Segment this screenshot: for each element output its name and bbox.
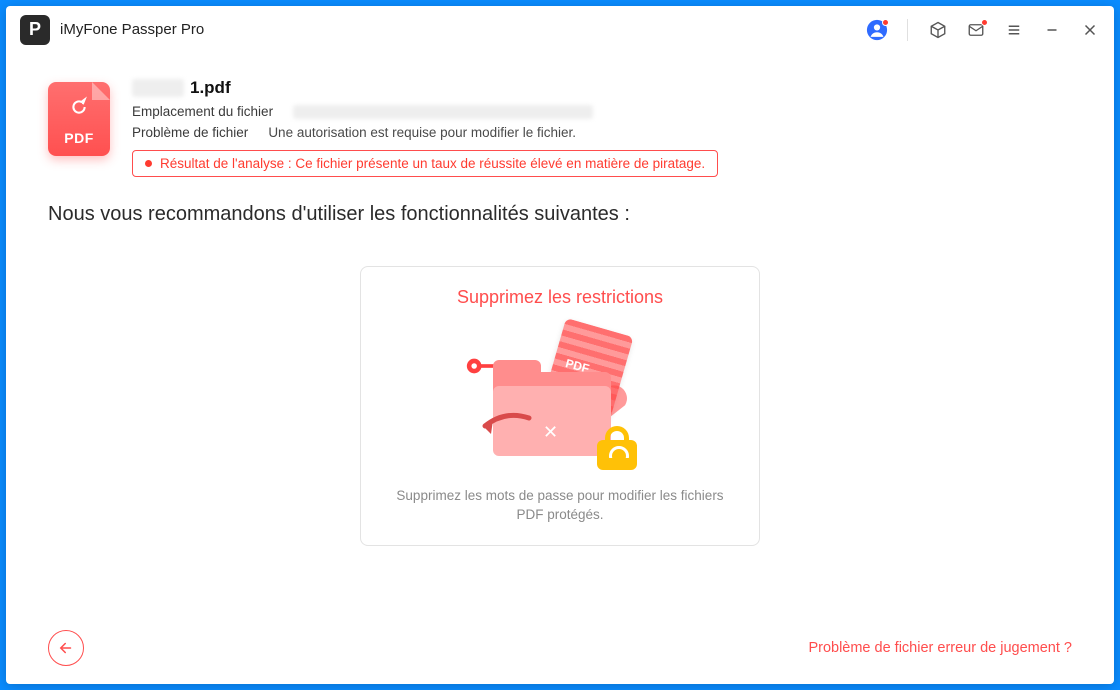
cube-button[interactable] xyxy=(924,16,952,44)
titlebar: P iMyFone Passper Pro xyxy=(6,6,1114,54)
illus-lock-icon xyxy=(597,426,637,470)
feature-card-title: Supprimez les restrictions xyxy=(457,287,663,308)
file-name-row: 1.pdf xyxy=(132,78,1072,98)
app-window: P iMyFone Passper Pro xyxy=(6,6,1114,684)
pdf-file-icon: PDF xyxy=(48,82,110,156)
file-problem-label: Problème de fichier xyxy=(132,125,248,140)
file-location-label: Emplacement du fichier xyxy=(132,104,273,119)
illus-arrow-icon xyxy=(471,412,535,445)
file-meta: 1.pdf Emplacement du fichier Problème de… xyxy=(132,78,1072,177)
analysis-result-box: Résultat de l'analyse : Ce fichier prése… xyxy=(132,150,718,177)
user-notification-dot xyxy=(882,19,889,26)
misjudgment-link[interactable]: Problème de fichier erreur de jugement ? xyxy=(808,640,1072,656)
app-logo-icon: P xyxy=(20,15,50,45)
file-location-redacted xyxy=(293,105,593,119)
illus-x-icon: ✕ xyxy=(543,422,558,443)
content-area: PDF 1.pdf Emplacement du fichier Problèm… xyxy=(6,54,1114,612)
mail-notification-dot xyxy=(981,19,988,26)
file-name-redacted xyxy=(132,79,184,97)
feature-card-remove-restrictions[interactable]: Supprimez les restrictions PDF ✕ xyxy=(360,266,760,546)
feature-card-description: Supprimez les mots de passe pour modifie… xyxy=(387,486,733,525)
analysis-result-text: Résultat de l'analyse : Ce fichier prése… xyxy=(160,156,705,171)
bullet-icon xyxy=(145,160,152,167)
close-button[interactable] xyxy=(1076,16,1104,44)
file-name-visible: 1.pdf xyxy=(190,78,231,98)
feature-card-container: Supprimez les restrictions PDF ✕ xyxy=(48,226,1072,594)
file-problem-row: Problème de fichier Une autorisation est… xyxy=(132,125,1072,140)
user-account-button[interactable] xyxy=(863,16,891,44)
file-location-row: Emplacement du fichier xyxy=(132,104,1072,119)
feature-card-illustration: PDF ✕ xyxy=(465,326,655,476)
menu-button[interactable] xyxy=(1000,16,1028,44)
mail-button[interactable] xyxy=(962,16,990,44)
recommend-heading: Nous vous recommandons d'utiliser les fo… xyxy=(48,203,1072,226)
pdf-icon-label: PDF xyxy=(48,130,110,146)
titlebar-separator xyxy=(907,19,908,41)
app-title: iMyFone Passper Pro xyxy=(60,21,204,38)
back-button[interactable] xyxy=(48,630,84,666)
minimize-button[interactable] xyxy=(1038,16,1066,44)
file-problem-value: Une autorisation est requise pour modifi… xyxy=(268,125,576,140)
footer: Problème de fichier erreur de jugement ? xyxy=(6,612,1114,684)
file-info-block: PDF 1.pdf Emplacement du fichier Problèm… xyxy=(48,78,1072,177)
